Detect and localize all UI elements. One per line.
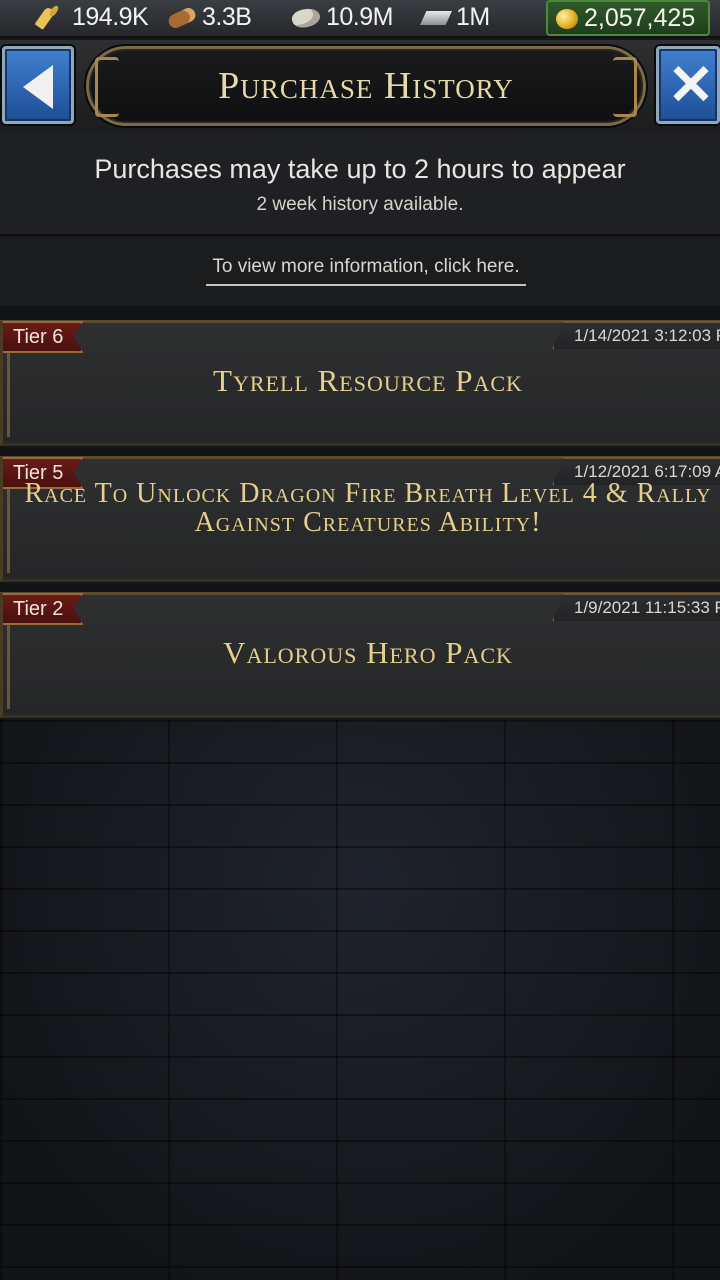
iron-amount: 1M <box>456 2 490 31</box>
resource-bar: 194.9K 3.3B 10.9M 1M 2,057,425 <box>0 0 720 38</box>
title-plate: Purchase History <box>86 46 646 126</box>
log-icon <box>166 5 196 29</box>
stone-icon <box>290 5 320 29</box>
gold-amount: 2,057,425 <box>584 3 696 32</box>
purchase-date: 1/9/2021 11:15:33 PM <box>552 593 720 621</box>
purchase-item[interactable]: Tier 6 1/14/2021 3:12:03 PM Tyrell Resou… <box>0 320 720 446</box>
purchase-item[interactable]: Tier 2 1/9/2021 11:15:33 PM Valorous Her… <box>0 592 720 718</box>
iron-resource[interactable]: 1M <box>420 0 490 34</box>
food-resource[interactable]: 194.9K <box>36 0 149 34</box>
page-title: Purchase History <box>218 65 514 107</box>
wood-amount: 3.3B <box>202 2 252 31</box>
close-icon: ✕ <box>667 53 715 116</box>
pack-name: Tyrell Resource Pack <box>213 363 523 398</box>
more-info-link[interactable]: To view more information, click here. <box>206 256 526 286</box>
pack-name: Race To Unlock Dragon Fire Breath Level … <box>24 478 712 538</box>
right-ornament <box>613 57 637 117</box>
food-amount: 194.9K <box>72 2 149 31</box>
purchase-date: 1/14/2021 3:12:03 PM <box>552 321 720 349</box>
history-note: 2 week history available. <box>256 194 464 215</box>
tier-badge: Tier 2 <box>3 593 84 625</box>
info-panel: Purchases may take up to 2 hours to appe… <box>0 132 720 236</box>
stone-resource[interactable]: 10.9M <box>290 0 393 34</box>
gold-coin-icon <box>554 5 584 31</box>
gold-resource[interactable]: 2,057,425 <box>546 0 710 36</box>
left-ornament <box>95 57 119 117</box>
stone-amount: 10.9M <box>326 2 393 31</box>
back-button[interactable] <box>2 46 74 124</box>
header: Purchase History ✕ <box>0 40 720 132</box>
info-message: Purchases may take up to 2 hours to appe… <box>94 154 626 184</box>
wheat-icon <box>36 5 66 29</box>
close-button[interactable]: ✕ <box>656 46 720 124</box>
info-link-row: To view more information, click here. <box>0 238 720 306</box>
purchase-item[interactable]: Tier 5 1/12/2021 6:17:09 AM Race To Unlo… <box>0 456 720 582</box>
back-arrow-icon <box>23 65 53 109</box>
iron-ingot-icon <box>420 5 450 29</box>
pack-name: Valorous Hero Pack <box>223 635 513 670</box>
stone-background <box>0 720 720 1280</box>
tier-badge: Tier 6 <box>3 321 84 353</box>
wood-resource[interactable]: 3.3B <box>166 0 252 34</box>
purchase-list: Tier 6 1/14/2021 3:12:03 PM Tyrell Resou… <box>0 306 720 720</box>
